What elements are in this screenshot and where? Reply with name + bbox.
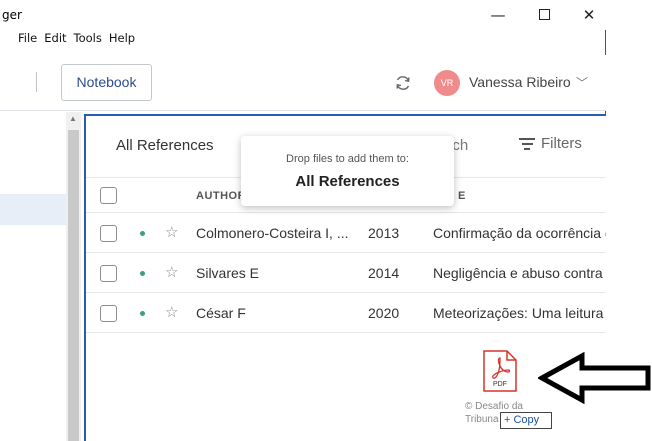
menu-edit[interactable]: Edit — [44, 31, 66, 51]
table-row[interactable]: ☆ Silvares E 2014 Negligência e abuso co… — [86, 254, 606, 293]
avatar[interactable]: VR — [434, 70, 460, 96]
row-author: César F — [196, 305, 246, 321]
notebook-button[interactable]: Notebook — [61, 64, 152, 101]
title-bar: ger — ✕ — [0, 0, 606, 30]
maximize-icon — [538, 9, 550, 20]
arrow-left-icon — [538, 352, 651, 404]
row-title: Negligência e abuso contra c — [433, 265, 606, 281]
maximize-button[interactable] — [524, 2, 564, 28]
pdf-icon-label: PDF — [493, 381, 507, 388]
toolbar: Notebook VR Vanessa Ribeiro ﹀ — [0, 55, 606, 111]
row-title: Meteorizações: Uma leitura — [433, 305, 604, 321]
column-author[interactable]: AUTHOR — [196, 190, 246, 202]
close-button[interactable]: ✕ — [569, 2, 609, 28]
row-title: Confirmação da ocorrência d — [433, 225, 606, 241]
read-status-dot — [140, 271, 145, 276]
menu-help[interactable]: Help — [109, 31, 135, 51]
row-author: Colmonero-Costeira I, ... — [196, 225, 349, 241]
toolbar-divider — [36, 72, 37, 92]
row-checkbox[interactable] — [100, 265, 117, 282]
copy-indicator: + Copy — [500, 412, 552, 429]
row-year: 2014 — [368, 265, 400, 281]
filter-icon — [519, 135, 535, 153]
menu-file[interactable]: File — [18, 31, 37, 51]
row-year: 2020 — [368, 305, 400, 321]
panel-title: All References — [116, 137, 214, 154]
filters-label: Filters — [541, 135, 582, 152]
user-name[interactable]: Vanessa Ribeiro — [469, 74, 571, 90]
table-row[interactable]: ☆ Colmonero-Costeira I, ... 2013 Confirm… — [86, 214, 606, 253]
read-status-dot — [140, 311, 145, 316]
minimize-button[interactable]: — — [478, 2, 518, 28]
drop-tooltip: Drop files to add them to: All Reference… — [241, 136, 454, 206]
row-checkbox[interactable] — [100, 225, 117, 242]
star-icon[interactable]: ☆ — [165, 303, 178, 321]
pdf-file-icon[interactable]: PDF — [483, 350, 517, 392]
sidebar — [0, 112, 66, 441]
drop-tooltip-hint: Drop files to add them to: — [286, 153, 409, 165]
read-status-dot — [140, 231, 145, 236]
star-icon[interactable]: ☆ — [165, 263, 178, 281]
filters-button[interactable]: Filters — [519, 135, 582, 153]
drop-tooltip-target: All References — [295, 173, 400, 190]
menu-tools[interactable]: Tools — [74, 31, 102, 51]
row-year: 2013 — [368, 225, 400, 241]
row-author: Silvares E — [196, 265, 260, 281]
sync-icon[interactable] — [393, 73, 413, 93]
window-title: ger — [2, 8, 22, 22]
menu-bar: File Edit Tools Help — [0, 31, 135, 51]
select-all-checkbox[interactable] — [100, 187, 117, 204]
scrollbar-thumb[interactable] — [68, 130, 79, 441]
sidebar-selected-item[interactable] — [0, 194, 66, 225]
star-icon[interactable]: ☆ — [165, 223, 178, 241]
column-title[interactable]: E — [458, 190, 466, 202]
scroll-up-icon[interactable]: ▲ — [69, 114, 77, 123]
row-checkbox[interactable] — [100, 305, 117, 322]
table-row[interactable]: ☆ César F 2020 Meteorizações: Uma leitur… — [86, 294, 606, 333]
chevron-down-icon[interactable]: ﹀ — [576, 74, 588, 91]
